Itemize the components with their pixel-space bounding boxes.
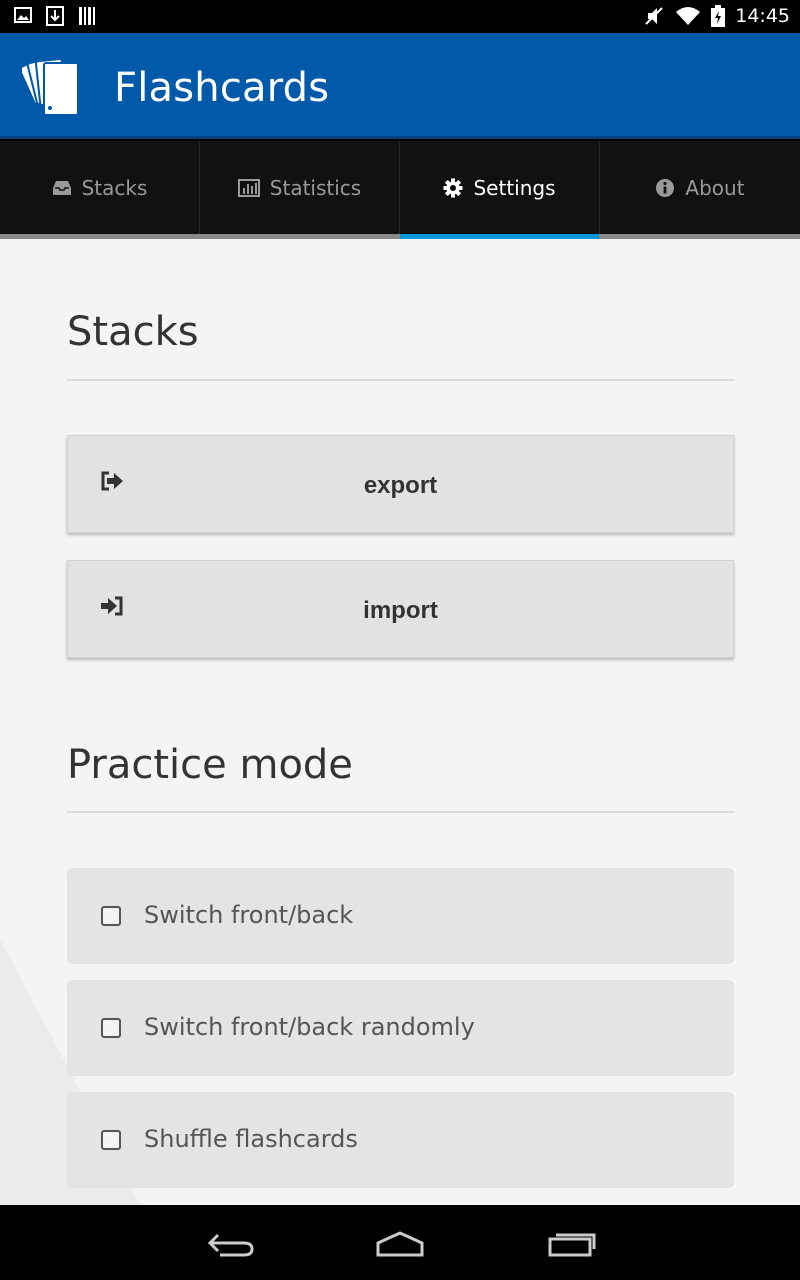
- clock: 14:45: [735, 5, 790, 27]
- system-icons: 14:45: [643, 5, 790, 27]
- practice-mode-section-title: Practice mode: [67, 742, 353, 788]
- stacks-section-title: Stacks: [67, 309, 199, 355]
- action-bar: Flashcards: [0, 33, 800, 139]
- tab-about-label: About: [685, 175, 745, 200]
- image-notification-icon: [14, 7, 32, 23]
- status-bar: 14:45: [0, 0, 800, 33]
- battery-icon: [711, 5, 726, 27]
- import-button[interactable]: import: [67, 560, 734, 658]
- switch-front-back-label: Switch front/back: [144, 901, 354, 929]
- inbox-icon: [52, 180, 71, 195]
- settings-content[interactable]: Stacks export import Practice mode Switc…: [0, 239, 800, 1205]
- tab-stacks-label: Stacks: [81, 175, 148, 200]
- export-button-label: export: [363, 472, 438, 499]
- home-icon[interactable]: [370, 1225, 430, 1261]
- import-button-label: import: [363, 597, 438, 624]
- bar-chart-icon: [237, 178, 260, 197]
- practice-mode-divider: [67, 811, 734, 813]
- barcode-notification-icon: [79, 7, 95, 25]
- mute-icon: [645, 7, 663, 25]
- tab-settings-label: Settings: [473, 175, 556, 200]
- switch-front-back-randomly-label: Switch front/back randomly: [144, 1013, 475, 1041]
- gear-icon: [443, 178, 463, 197]
- switch-front-back-option[interactable]: Switch front/back: [67, 868, 734, 964]
- recent-apps-icon[interactable]: [542, 1225, 602, 1261]
- switch-front-back-randomly-checkbox[interactable]: [101, 1018, 121, 1038]
- export-button[interactable]: export: [67, 435, 734, 533]
- download-notification-icon: [46, 6, 64, 26]
- shuffle-flashcards-option[interactable]: Shuffle flashcards: [67, 1092, 734, 1188]
- wifi-icon: [676, 7, 701, 25]
- app-title: Flashcards: [114, 65, 330, 111]
- tab-settings[interactable]: Settings: [400, 141, 600, 234]
- notification-icons: [14, 6, 96, 26]
- stacks-divider: [67, 379, 734, 381]
- switch-front-back-checkbox[interactable]: [101, 906, 121, 926]
- flashcards-logo-icon[interactable]: [22, 55, 82, 117]
- system-navigation-bar: [0, 1205, 800, 1280]
- tab-statistics-label: Statistics: [269, 175, 362, 200]
- tab-bar: Stacks Statistics Settings About: [0, 141, 800, 239]
- tab-statistics[interactable]: Statistics: [200, 141, 400, 234]
- shuffle-flashcards-label: Shuffle flashcards: [144, 1125, 358, 1153]
- info-icon: [656, 178, 675, 197]
- tab-stacks[interactable]: Stacks: [0, 141, 200, 234]
- tab-about[interactable]: About: [600, 141, 800, 234]
- switch-front-back-randomly-option[interactable]: Switch front/back randomly: [67, 980, 734, 1076]
- shuffle-flashcards-checkbox[interactable]: [101, 1130, 121, 1150]
- back-icon[interactable]: [200, 1225, 260, 1261]
